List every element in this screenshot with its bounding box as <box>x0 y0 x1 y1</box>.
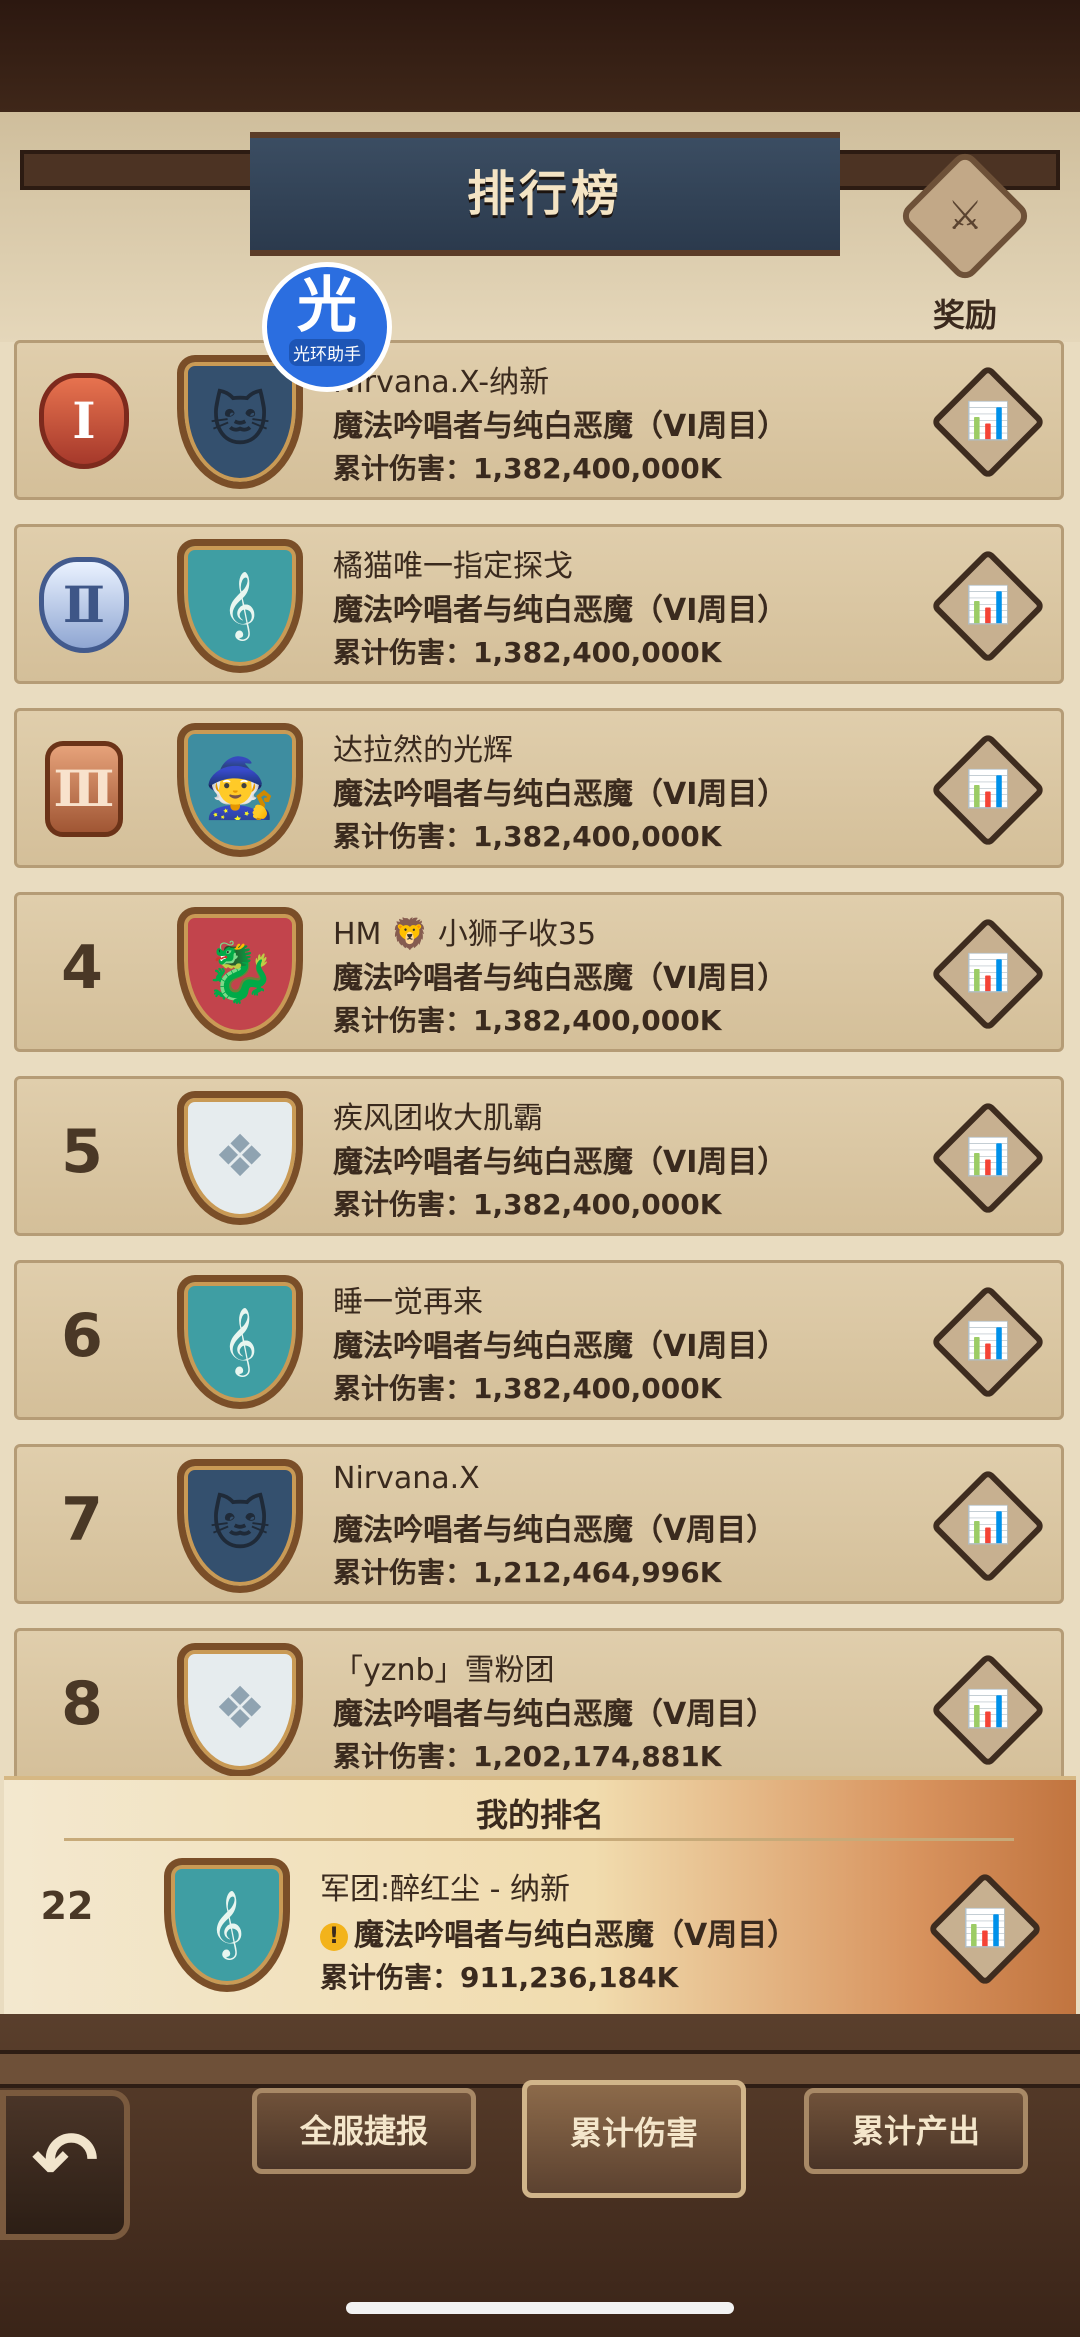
damage-total: 累计伤害：1,382,400,000K <box>333 636 722 669</box>
ranking-row[interactable]: Ⅲ 🧙 达拉然的光辉 魔法吟唱者与纯白恶魔（VI周目） 累计伤害：1,382,4… <box>14 708 1064 868</box>
guild-name: Nirvana.X <box>333 1461 480 1496</box>
damage-total: 累计伤害：1,382,400,000K <box>333 820 722 853</box>
boss-name: 魔法吟唱者与纯白恶魔（VI周目） <box>333 777 788 812</box>
rank-number: 8 <box>61 1669 103 1739</box>
rank-medal-gold: Ⅰ <box>39 373 129 469</box>
rank-number: 4 <box>61 933 103 1003</box>
guild-name: 疾风团收大肌霸 <box>333 1101 543 1136</box>
stats-button[interactable]: 📊 <box>930 1100 1046 1216</box>
stats-button[interactable]: 📊 <box>930 548 1046 664</box>
boss-name: 魔法吟唱者与纯白恶魔（V周目） <box>333 1513 777 1548</box>
tab-total-output[interactable]: 累计产出 <box>804 2088 1028 2174</box>
stats-button[interactable]: 📊 <box>930 364 1046 480</box>
tab-total-damage[interactable]: 累计伤害 <box>522 2080 746 2198</box>
damage-total: 累计伤害：1,202,174,881K <box>333 1740 722 1773</box>
stats-button[interactable]: 📊 <box>930 916 1046 1032</box>
guild-name: 「yznb」雪粉团 <box>333 1653 555 1688</box>
reward-button[interactable]: ⚔ 奖励 <box>897 148 1033 334</box>
stats-icon: 📊 <box>965 769 1011 810</box>
helper-badge[interactable]: 光 光环助手 <box>262 262 392 392</box>
boss-name: 魔法吟唱者与纯白恶魔（VI周目） <box>333 593 788 628</box>
harp-emblem: 𝄞 <box>177 1275 303 1409</box>
witch-emblem: 🧙 <box>177 723 303 857</box>
my-boss-line: ! 魔法吟唱者与纯白恶魔（V周目） <box>320 1910 797 1954</box>
stats-button[interactable]: 📊 <box>930 1652 1046 1768</box>
stats-icon: 📊 <box>965 585 1011 626</box>
guild-name: 睡一觉再来 <box>333 1285 483 1320</box>
reward-label: 奖励 <box>932 296 997 334</box>
stats-icon: 📊 <box>965 953 1011 994</box>
back-button[interactable]: ↶ <box>0 2090 130 2240</box>
stats-button[interactable]: 📊 <box>927 1871 1043 1987</box>
ranking-row[interactable]: 7 🐱 Nirvana.X 魔法吟唱者与纯白恶魔（V周目） 累计伤害：1,212… <box>14 1444 1064 1604</box>
warning-icon: ! <box>320 1922 348 1951</box>
boss-name: 魔法吟唱者与纯白恶魔（V周目） <box>333 1697 777 1732</box>
page-title: 排行榜 <box>466 166 623 222</box>
stats-button[interactable]: 📊 <box>930 732 1046 848</box>
home-indicator[interactable] <box>346 2302 734 2314</box>
title-banner: 排行榜 <box>250 132 840 256</box>
harp-emblem: 𝄞 <box>164 1858 290 1992</box>
stats-icon: 📊 <box>965 1137 1011 1178</box>
guild-name: 达拉然的光辉 <box>333 733 513 768</box>
harp-emblem: 𝄞 <box>177 539 303 673</box>
helper-glyph: 光 <box>297 271 357 341</box>
ranking-row[interactable]: 5 ❖ 疾风团收大肌霸 魔法吟唱者与纯白恶魔（VI周目） 累计伤害：1,382,… <box>14 1076 1064 1236</box>
damage-total: 累计伤害：1,382,400,000K <box>333 452 722 485</box>
back-arrow-icon: ↶ <box>31 2114 99 2207</box>
boss-name: 魔法吟唱者与纯白恶魔（VI周目） <box>333 1145 788 1180</box>
damage-total: 累计伤害：1,382,400,000K <box>333 1372 722 1405</box>
damage-total: 累计伤害：1,382,400,000K <box>333 1188 722 1221</box>
guild-name: HM 🦁 小狮子收35 <box>333 917 597 952</box>
top-frame <box>0 0 1080 112</box>
damage-total: 累计伤害：1,382,400,000K <box>333 1004 722 1037</box>
my-damage-total: 累计伤害：911,236,184K <box>320 1961 679 1994</box>
stats-icon: 📊 <box>965 401 1011 442</box>
rank-number: 5 <box>61 1117 103 1187</box>
stats-icon: 📊 <box>962 1908 1008 1949</box>
rank-medal-silver: Ⅱ <box>39 557 129 653</box>
stats-icon: 📊 <box>965 1505 1011 1546</box>
boss-name: 魔法吟唱者与纯白恶魔（VI周目） <box>333 409 788 444</box>
stats-button[interactable]: 📊 <box>930 1468 1046 1584</box>
ranking-row[interactable]: Ⅰ 🐱 Nirvana.X-纳新 魔法吟唱者与纯白恶魔（VI周目） 累计伤害：1… <box>14 340 1064 500</box>
cat-emblem: 🐱 <box>177 1459 303 1593</box>
ranking-row[interactable]: 8 ❖ 「yznb」雪粉团 魔法吟唱者与纯白恶魔（V周目） 累计伤害：1,202… <box>14 1628 1064 1788</box>
rank-number: 7 <box>61 1485 103 1555</box>
left-beam-decor <box>20 150 270 190</box>
rank-medal-bronze: Ⅲ <box>45 741 123 837</box>
boss-name: 魔法吟唱者与纯白恶魔（VI周目） <box>333 961 788 996</box>
stats-icon: 📊 <box>965 1321 1011 1362</box>
dragon-emblem: 🐉 <box>177 907 303 1041</box>
my-guild-name: 军团:醉红尘 - 纳新 <box>320 1872 571 1907</box>
ranking-row[interactable]: Ⅱ 𝄞 橘猫唯一指定探戈 魔法吟唱者与纯白恶魔（VI周目） 累计伤害：1,382… <box>14 524 1064 684</box>
ranking-row[interactable]: 4 🐉 HM 🦁 小狮子收35 魔法吟唱者与纯白恶魔（VI周目） 累计伤害：1,… <box>14 892 1064 1052</box>
my-rank-panel[interactable]: 我的排名 22 𝄞 军团:醉红尘 - 纳新 ! 魔法吟唱者与纯白恶魔（V周目） 累… <box>4 1776 1076 2014</box>
guild-name: 橘猫唯一指定探戈 <box>333 549 573 584</box>
divider <box>64 1838 1014 1841</box>
my-boss-name: 魔法吟唱者与纯白恶魔（V周目） <box>354 1918 798 1953</box>
my-rank-header: 我的排名 <box>475 1796 604 1834</box>
helper-label: 光环助手 <box>289 339 365 366</box>
wing-emblem: ❖ <box>177 1091 303 1225</box>
tab-server-news[interactable]: 全服捷报 <box>252 2088 476 2174</box>
boss-name: 魔法吟唱者与纯白恶魔（VI周目） <box>333 1329 788 1364</box>
stats-button[interactable]: 📊 <box>930 1284 1046 1400</box>
wing-emblem: ❖ <box>177 1643 303 1777</box>
ranking-row[interactable]: 6 𝄞 睡一觉再来 魔法吟唱者与纯白恶魔（VI周目） 累计伤害：1,382,40… <box>14 1260 1064 1420</box>
reward-icon: ⚔ <box>897 148 1033 284</box>
rank-number: 6 <box>61 1301 103 1371</box>
damage-total: 累计伤害：1,212,464,996K <box>333 1556 722 1589</box>
stats-icon: 📊 <box>965 1689 1011 1730</box>
my-rank-number: 22 <box>40 1884 94 1928</box>
